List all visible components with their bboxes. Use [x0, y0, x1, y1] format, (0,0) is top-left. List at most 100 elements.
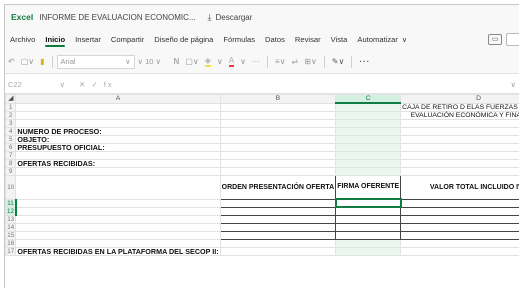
borders-icon[interactable]: ▢∨	[185, 57, 198, 66]
cell[interactable]	[219, 118, 337, 128]
cell[interactable]	[219, 150, 337, 160]
cell[interactable]	[335, 150, 402, 160]
cell[interactable]	[15, 166, 221, 176]
cell[interactable]	[400, 150, 519, 160]
row-header[interactable]: 7	[5, 150, 17, 160]
more-font-options-icon[interactable]: ···	[252, 57, 260, 66]
undo-icon[interactable]: ↶	[8, 57, 15, 66]
table-cell[interactable]	[335, 230, 402, 240]
numero-proceso-label[interactable]: NUMERO DE PROCESO:	[15, 126, 221, 136]
app-name[interactable]: Excel	[11, 12, 33, 22]
cell[interactable]	[335, 158, 402, 168]
table-cell[interactable]	[219, 222, 337, 232]
table-cell[interactable]	[400, 214, 519, 224]
table-cell[interactable]	[400, 206, 519, 216]
ofertas-recibidas-label[interactable]: OFERTAS RECIBIDAS:	[15, 158, 221, 168]
cell[interactable]	[335, 238, 402, 248]
chevron-down-icon[interactable]: ∨	[240, 57, 246, 66]
share-button[interactable]	[506, 33, 519, 46]
column-title-valor[interactable]: VALOR TOTAL INCLUIDO IVA	[400, 174, 519, 200]
cell[interactable]	[15, 110, 221, 120]
column-header-d[interactable]: D	[400, 94, 519, 104]
table-cell[interactable]	[400, 230, 519, 240]
chevron-down-icon[interactable]: ∨	[217, 57, 223, 66]
cell[interactable]	[15, 174, 221, 200]
cell[interactable]	[15, 214, 221, 224]
function-icon[interactable]: fx	[104, 80, 114, 89]
table-cell[interactable]	[400, 198, 519, 208]
download-button[interactable]: Descargar	[216, 13, 253, 22]
header-entity-name[interactable]: CAJA DE RETIRO D ELAS FUERZAS MILITARES	[400, 102, 519, 112]
objeto-label[interactable]: OBJETO:	[15, 134, 221, 144]
cell[interactable]	[400, 142, 519, 152]
tab-formulas[interactable]: Fórmulas	[218, 29, 260, 50]
row-header[interactable]: 3	[5, 118, 17, 128]
spreadsheet-grid[interactable]: ◢ A B C D 1 CAJA DE RETIRO D ELAS FUERZA…	[5, 94, 519, 288]
tab-insertar[interactable]: Insertar	[70, 29, 106, 50]
active-cell[interactable]	[334, 198, 402, 208]
row-header[interactable]: 17	[5, 246, 17, 256]
expand-formula-bar-icon[interactable]: ∨	[511, 80, 517, 89]
cell[interactable]	[219, 110, 337, 120]
cell[interactable]	[335, 110, 402, 120]
cancel-icon[interactable]: ✕	[79, 80, 87, 89]
row-header[interactable]: 15	[5, 230, 17, 240]
download-icon[interactable]: ⤓	[208, 12, 212, 23]
cell[interactable]	[219, 246, 337, 256]
secop-label[interactable]: OFERTAS RECIBIDAS EN LA PLATAFORMA DEL S…	[15, 246, 221, 256]
tab-revisar[interactable]: Revisar	[290, 29, 326, 50]
tab-compartir[interactable]: Compartir	[106, 29, 149, 50]
row-header[interactable]: 1	[5, 102, 17, 112]
number-format-icon[interactable]: ✎∨	[332, 57, 345, 66]
align-icon[interactable]: ≡∨	[275, 57, 286, 66]
table-cell[interactable]	[219, 214, 337, 224]
font-size-select[interactable]: ∨ 10 ∨	[138, 55, 168, 69]
table-cell[interactable]	[335, 222, 402, 232]
cell[interactable]	[15, 206, 221, 216]
cell[interactable]	[219, 158, 337, 168]
table-cell[interactable]	[219, 198, 337, 208]
row-header[interactable]: 5	[5, 134, 17, 144]
row-header[interactable]: 16	[5, 238, 17, 248]
presupuesto-label[interactable]: PRESUPUESTO OFICIAL:	[15, 142, 221, 152]
cell[interactable]	[15, 230, 221, 240]
cell[interactable]	[15, 118, 221, 128]
header-evaluation-title[interactable]: EVALUACIÓN ECONÓMICA Y FINANCIERA	[400, 110, 519, 120]
column-header-b[interactable]: B	[219, 94, 337, 104]
cell[interactable]	[219, 126, 337, 136]
row-header[interactable]: 6	[5, 142, 17, 152]
tab-automatizar[interactable]: Automatizar ∨	[352, 29, 412, 50]
cell[interactable]	[400, 238, 519, 248]
column-title-firma[interactable]: FIRMA OFERENTE	[335, 174, 402, 200]
cell[interactable]	[400, 126, 519, 136]
table-cell[interactable]	[335, 214, 402, 224]
fill-color-icon[interactable]: ◈	[204, 56, 211, 67]
tab-diseno-pagina[interactable]: Diseño de página	[149, 29, 218, 50]
cell[interactable]	[335, 126, 402, 136]
bold-button[interactable]: N	[174, 57, 180, 66]
row-header[interactable]: 11	[5, 198, 17, 208]
table-cell[interactable]	[335, 206, 402, 216]
cell[interactable]	[335, 142, 402, 152]
row-header[interactable]: 2	[5, 110, 17, 120]
confirm-icon[interactable]: ✓	[91, 80, 99, 89]
select-all-corner[interactable]: ◢	[5, 94, 17, 104]
cell[interactable]	[400, 158, 519, 168]
font-name-select[interactable]: Arial ∨	[56, 54, 135, 69]
column-header-a[interactable]: A	[15, 94, 221, 104]
column-title-orden[interactable]: ORDEN PRESENTACIÓN OFERTA	[219, 174, 337, 200]
cell[interactable]	[335, 102, 402, 112]
row-header[interactable]: 12	[5, 206, 17, 216]
row-header[interactable]: 8	[5, 158, 17, 168]
cell[interactable]	[15, 238, 221, 248]
more-options-icon[interactable]: ···	[359, 57, 370, 66]
cell[interactable]	[335, 246, 402, 256]
format-painter-icon[interactable]: ▮	[40, 57, 44, 66]
cell[interactable]	[400, 246, 519, 256]
row-header[interactable]: 9	[5, 166, 17, 176]
cell[interactable]	[400, 134, 519, 144]
cell[interactable]	[219, 166, 337, 176]
merge-cells-icon[interactable]: ⊞∨	[304, 57, 317, 66]
cell[interactable]	[15, 198, 221, 208]
font-color-icon[interactable]: A	[228, 56, 235, 67]
